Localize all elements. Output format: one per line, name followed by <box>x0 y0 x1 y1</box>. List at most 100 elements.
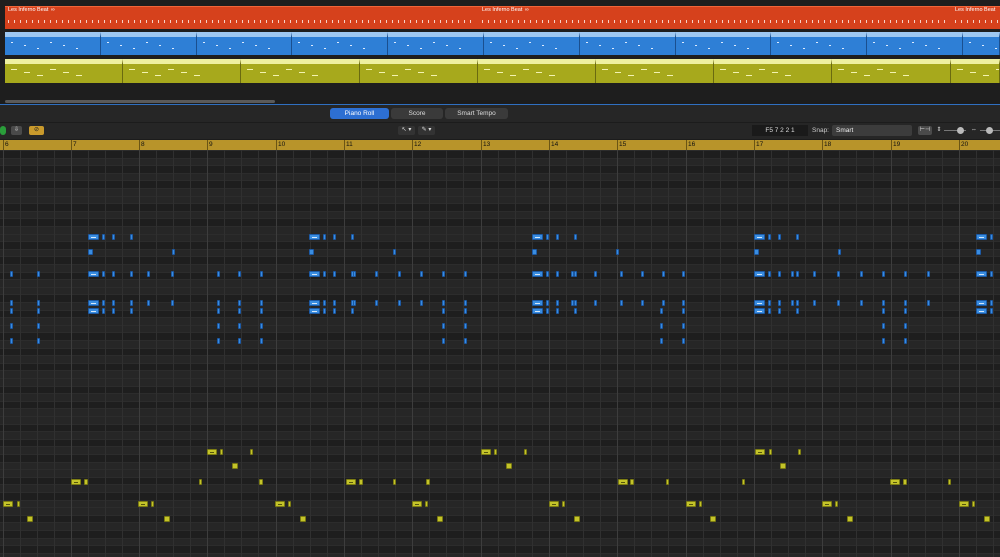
bass-midi-note[interactable] <box>84 479 88 485</box>
clav-midi-note[interactable] <box>620 300 623 306</box>
clav-midi-note[interactable] <box>260 271 263 277</box>
clav-midi-note[interactable] <box>556 308 559 314</box>
bass-midi-note[interactable] <box>437 516 443 522</box>
clav-midi-note[interactable] <box>217 338 220 344</box>
clav-midi-note[interactable] <box>616 249 619 255</box>
bass-midi-note[interactable] <box>494 449 497 455</box>
clav-midi-note[interactable] <box>662 300 665 306</box>
clav-midi-note[interactable] <box>594 300 597 306</box>
bass-midi-note[interactable] <box>220 449 223 455</box>
bass-midi-note[interactable] <box>847 516 853 522</box>
clav-midi-note[interactable] <box>112 234 115 240</box>
clav-midi-note[interactable] <box>927 271 930 277</box>
clav-midi-note[interactable] <box>217 271 220 277</box>
clav-midi-note[interactable] <box>882 338 885 344</box>
clav-midi-note[interactable] <box>641 271 644 277</box>
clav-midi-note[interactable] <box>641 300 644 306</box>
bass-midi-note[interactable] <box>27 516 33 522</box>
clav-midi-note[interactable] <box>904 323 907 329</box>
clav-midi-note[interactable] <box>102 271 105 277</box>
clav-midi-note[interactable] <box>791 300 794 306</box>
clav-midi-note[interactable] <box>990 308 993 314</box>
pointer-icon[interactable]: ↖ ▾ <box>398 126 415 135</box>
clav-midi-note[interactable] <box>333 300 336 306</box>
clav-region[interactable]: Clav <box>771 32 868 55</box>
clav-midi-note[interactable] <box>904 271 907 277</box>
clav-midi-note[interactable] <box>10 323 13 329</box>
clav-midi-note[interactable] <box>442 271 445 277</box>
clav-midi-note[interactable] <box>333 234 336 240</box>
clav-midi-note[interactable] <box>323 234 326 240</box>
clav-midi-note[interactable] <box>660 308 663 314</box>
bass-midi-note[interactable] <box>300 516 306 522</box>
clav-midi-note[interactable] <box>442 338 445 344</box>
bass-region[interactable]: Studio Bass <box>359 59 478 83</box>
clav-region[interactable]: Clav <box>100 32 197 55</box>
clav-midi-note[interactable] <box>837 271 840 277</box>
clav-midi-note[interactable] <box>88 249 93 255</box>
clav-midi-note[interactable] <box>768 300 771 306</box>
clav-region[interactable]: Clav <box>5 32 101 55</box>
clav-midi-note[interactable] <box>420 300 423 306</box>
clav-midi-note[interactable] <box>130 234 133 240</box>
clav-region[interactable]: Clav <box>388 32 484 55</box>
clav-midi-note[interactable] <box>353 300 356 306</box>
clav-midi-note[interactable] <box>976 234 987 240</box>
clav-midi-note[interactable] <box>778 234 781 240</box>
clav-midi-note[interactable] <box>147 271 150 277</box>
capture-button[interactable]: ⇩ <box>11 126 22 135</box>
bass-region[interactable]: Studio Bass <box>123 59 242 83</box>
clav-midi-note[interactable] <box>546 234 549 240</box>
clav-midi-note[interactable] <box>904 300 907 306</box>
clav-midi-note[interactable] <box>260 308 263 314</box>
clav-midi-note[interactable] <box>10 300 13 306</box>
bass-midi-note[interactable] <box>259 479 263 485</box>
clav-midi-note[interactable] <box>238 308 241 314</box>
clav-midi-note[interactable] <box>574 300 577 306</box>
clav-midi-note[interactable] <box>464 308 467 314</box>
clav-midi-note[interactable] <box>594 271 597 277</box>
clav-midi-note[interactable] <box>10 308 13 314</box>
clav-midi-note[interactable] <box>102 300 105 306</box>
clav-region[interactable]: Clav <box>867 32 963 55</box>
clav-midi-note[interactable] <box>882 300 885 306</box>
clav-midi-note[interactable] <box>976 249 981 255</box>
clav-midi-note[interactable] <box>260 338 263 344</box>
clav-midi-note[interactable] <box>171 300 174 306</box>
clav-midi-note[interactable] <box>682 308 685 314</box>
bass-region[interactable]: Studio Bass <box>596 59 715 83</box>
clav-midi-note[interactable] <box>574 271 577 277</box>
zoom-fit-icon[interactable]: ⊢⊣ <box>918 126 932 135</box>
clav-midi-note[interactable] <box>882 308 885 314</box>
snap-select[interactable]: Smart <box>832 125 912 136</box>
bass-midi-note[interactable] <box>903 479 907 485</box>
clav-midi-note[interactable] <box>333 271 336 277</box>
clav-midi-note[interactable] <box>112 308 115 314</box>
clav-midi-note[interactable] <box>420 271 423 277</box>
bass-midi-note[interactable] <box>359 479 363 485</box>
clav-midi-note[interactable] <box>768 308 771 314</box>
clav-midi-note[interactable] <box>768 234 771 240</box>
clav-midi-note[interactable] <box>333 308 336 314</box>
clav-midi-note[interactable] <box>990 234 993 240</box>
clav-midi-note[interactable] <box>990 271 993 277</box>
bass-midi-note[interactable] <box>199 479 202 485</box>
clav-midi-note[interactable] <box>323 308 326 314</box>
bass-midi-note[interactable] <box>506 463 512 469</box>
clav-midi-note[interactable] <box>464 300 467 306</box>
clav-midi-note[interactable] <box>464 323 467 329</box>
horizontal-scrollbar[interactable] <box>5 100 275 103</box>
clav-midi-note[interactable] <box>754 271 765 277</box>
clav-midi-note[interactable] <box>532 249 537 255</box>
clav-midi-note[interactable] <box>990 300 993 306</box>
clav-midi-note[interactable] <box>102 308 105 314</box>
clav-midi-note[interactable] <box>546 308 549 314</box>
bass-region[interactable]: Studio Bass <box>714 59 833 83</box>
bass-midi-note[interactable] <box>769 449 772 455</box>
clav-midi-note[interactable] <box>976 308 987 314</box>
clav-midi-note[interactable] <box>37 300 40 306</box>
clav-midi-note[interactable] <box>754 249 759 255</box>
clav-midi-note[interactable] <box>778 308 781 314</box>
bass-midi-note[interactable] <box>972 501 975 507</box>
bass-midi-note[interactable] <box>618 479 628 485</box>
